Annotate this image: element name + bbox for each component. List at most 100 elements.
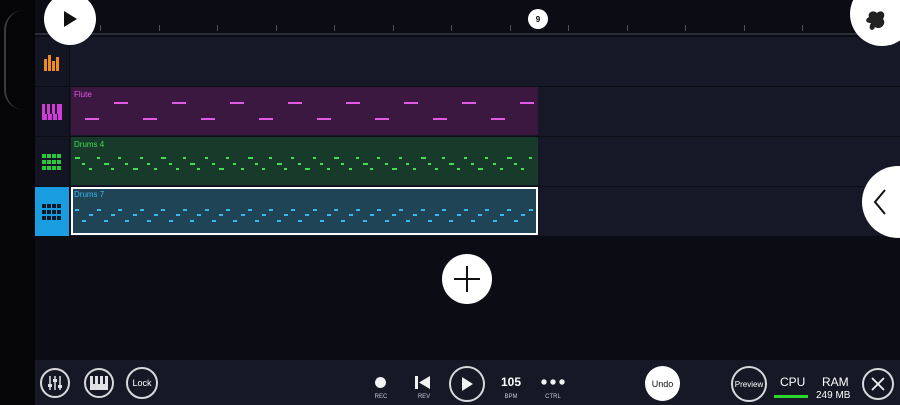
ctrl-label: CTRL bbox=[545, 394, 561, 400]
transport-play-button[interactable] bbox=[449, 366, 485, 402]
note bbox=[211, 220, 216, 222]
note bbox=[183, 157, 186, 159]
note bbox=[233, 163, 237, 165]
note bbox=[139, 157, 143, 159]
note bbox=[75, 157, 80, 159]
lane-drums-7[interactable]: Drums 7 bbox=[70, 187, 900, 237]
note bbox=[442, 157, 446, 159]
note bbox=[226, 157, 230, 159]
note bbox=[528, 157, 532, 159]
note bbox=[114, 102, 128, 104]
track-header-drums-7[interactable] bbox=[35, 187, 69, 236]
note bbox=[247, 209, 252, 211]
note bbox=[319, 163, 323, 165]
note bbox=[197, 168, 201, 170]
preview-button[interactable]: Preview bbox=[731, 366, 767, 402]
note bbox=[348, 214, 353, 216]
note bbox=[161, 157, 167, 159]
bpm-value[interactable]: 105 bbox=[499, 375, 523, 389]
note bbox=[197, 214, 202, 216]
ruler-tick bbox=[451, 25, 452, 31]
close-button[interactable] bbox=[862, 368, 894, 400]
note bbox=[317, 118, 331, 120]
clip-name: Flute bbox=[74, 90, 92, 99]
note bbox=[391, 214, 396, 216]
note bbox=[528, 209, 533, 211]
note bbox=[259, 118, 273, 120]
note bbox=[492, 163, 496, 165]
note bbox=[276, 220, 281, 222]
note bbox=[204, 209, 209, 211]
note bbox=[341, 163, 345, 165]
note bbox=[190, 220, 195, 222]
lane-flute[interactable]: Flute bbox=[70, 87, 900, 137]
note bbox=[384, 163, 388, 165]
note bbox=[154, 168, 158, 170]
note bbox=[96, 209, 101, 211]
ruler-tick bbox=[100, 25, 101, 31]
add-track-button[interactable] bbox=[442, 254, 492, 304]
rev-label: REV bbox=[417, 394, 431, 400]
lane-mixer[interactable] bbox=[70, 37, 900, 87]
note bbox=[240, 168, 244, 170]
note bbox=[175, 214, 180, 216]
ruler-tick bbox=[568, 25, 569, 31]
clip-name: Drums 4 bbox=[74, 140, 105, 149]
track-header-drums-4[interactable] bbox=[35, 137, 69, 186]
lock-button[interactable]: Lock bbox=[126, 367, 158, 399]
note bbox=[118, 157, 122, 159]
playlist-lanes[interactable]: Flute Drums 4 Drums 7 bbox=[70, 37, 900, 237]
note bbox=[143, 118, 157, 120]
ruler-tick bbox=[158, 25, 160, 31]
clip-drums-7[interactable]: Drums 7 bbox=[71, 187, 538, 235]
note bbox=[456, 168, 460, 170]
plus-icon bbox=[454, 266, 480, 292]
playhead-marker[interactable]: 9 bbox=[528, 9, 548, 29]
note bbox=[288, 102, 302, 104]
note bbox=[298, 163, 302, 165]
piano-roll-button[interactable] bbox=[84, 368, 114, 398]
undo-button[interactable]: Undo bbox=[645, 366, 680, 401]
note bbox=[147, 163, 150, 165]
note bbox=[82, 220, 87, 222]
note bbox=[413, 168, 417, 170]
ram-label: RAM bbox=[822, 375, 849, 389]
note bbox=[514, 163, 518, 165]
note bbox=[427, 220, 432, 222]
note bbox=[118, 209, 123, 211]
ram-value: 249 MB bbox=[816, 390, 851, 401]
note bbox=[406, 163, 410, 165]
note bbox=[413, 214, 418, 216]
more-dots-icon[interactable] bbox=[541, 379, 565, 385]
track-header-flute[interactable] bbox=[35, 87, 69, 136]
lane-drums-4[interactable]: Drums 4 bbox=[70, 137, 900, 187]
rec-label: REC bbox=[374, 394, 388, 400]
note bbox=[377, 157, 381, 159]
clip-flute[interactable]: Flute bbox=[71, 87, 538, 135]
note bbox=[334, 209, 339, 211]
rewind-icon[interactable] bbox=[415, 376, 431, 389]
note bbox=[492, 220, 497, 222]
close-icon bbox=[871, 377, 885, 391]
clip-drums-4[interactable]: Drums 4 bbox=[71, 137, 538, 185]
note bbox=[154, 214, 159, 216]
play-icon bbox=[64, 11, 77, 27]
note bbox=[161, 209, 166, 211]
note bbox=[370, 214, 375, 216]
note bbox=[334, 157, 340, 159]
note bbox=[132, 214, 137, 216]
note bbox=[240, 214, 245, 216]
note bbox=[85, 118, 99, 120]
ruler-tick bbox=[802, 25, 803, 31]
note bbox=[449, 220, 454, 222]
note bbox=[355, 209, 360, 211]
record-button[interactable] bbox=[375, 377, 386, 388]
timeline-ruler[interactable] bbox=[35, 0, 900, 35]
note bbox=[204, 157, 208, 159]
mixer-button[interactable] bbox=[40, 368, 70, 398]
ruler-tick bbox=[334, 25, 335, 31]
note bbox=[247, 157, 253, 159]
note bbox=[262, 168, 266, 170]
note bbox=[363, 163, 368, 165]
note bbox=[499, 214, 504, 216]
